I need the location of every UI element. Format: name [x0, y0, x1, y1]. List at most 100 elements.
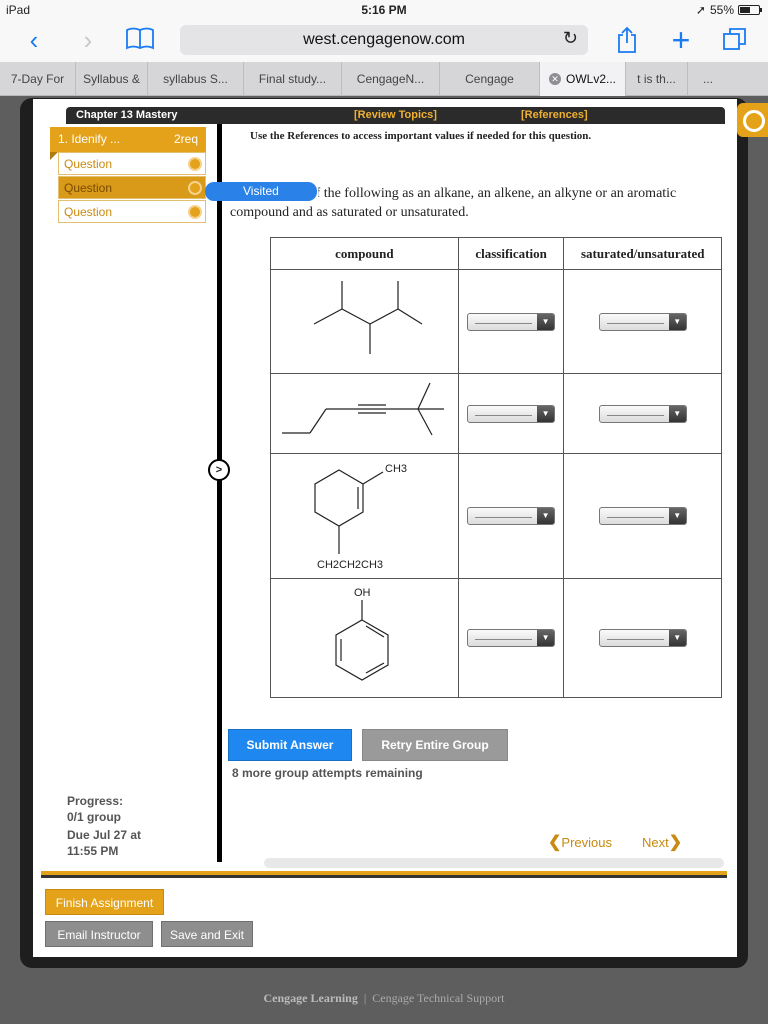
- save-and-exit-button[interactable]: Save and Exit: [161, 921, 253, 947]
- cyclohexene-structure: CH3 CH2CH2CH3: [314, 463, 407, 571]
- browser-toolbar: ‹ › west.cengagenow.com ↻ +: [0, 20, 768, 62]
- question-label: Question: [64, 181, 113, 195]
- classification-cell: ▼: [457, 453, 565, 580]
- browser-tab[interactable]: Syllabus &: [76, 62, 148, 96]
- classification-select[interactable]: ▼: [467, 507, 556, 526]
- header-classification: classification: [457, 236, 565, 271]
- references-note: Use the References to access important v…: [250, 130, 592, 142]
- share-icon[interactable]: [612, 26, 642, 54]
- question-group-req: 2req: [173, 132, 198, 146]
- close-tab-icon[interactable]: ✕: [548, 73, 561, 85]
- progress-block: Progress: 0/1 group Due Jul 27 at 11:55 …: [67, 793, 197, 859]
- table-row: ▼ ▼: [270, 269, 722, 374]
- retry-group-button[interactable]: Retry Entire Group: [362, 729, 508, 761]
- classification-select[interactable]: ▼: [467, 404, 556, 423]
- progress-label: Progress:: [67, 794, 124, 808]
- footer-accent-bar: [41, 871, 727, 878]
- chevron-right-icon: ❯: [668, 834, 683, 851]
- compound-cell: OH: [270, 578, 459, 698]
- help-icon[interactable]: [737, 103, 768, 137]
- due-line-1: Due Jul 27 at: [67, 828, 142, 842]
- web-page: Chapter 13 Mastery [Review Topics] [Refe…: [0, 96, 768, 1024]
- browser-tab[interactable]: Cengage: [440, 62, 540, 96]
- classification-table: compound classification saturated/unsatu…: [270, 236, 722, 698]
- review-topics-link[interactable]: [Review Topics]: [354, 109, 437, 121]
- saturation-cell: ▼: [563, 578, 722, 698]
- references-link[interactable]: [References]: [521, 109, 588, 121]
- question-label: Question: [64, 157, 113, 171]
- classification-select[interactable]: ▼: [467, 629, 556, 648]
- chevron-down-icon: ▼: [668, 630, 686, 647]
- chevron-down-icon: ▼: [537, 630, 555, 647]
- browser-tab[interactable]: 7-Day For: [0, 62, 76, 96]
- finish-assignment-button[interactable]: Finish Assignment: [45, 889, 164, 915]
- forward-icon[interactable]: ›: [76, 26, 100, 54]
- new-tab-icon[interactable]: +: [666, 24, 696, 56]
- reload-icon[interactable]: ↻: [563, 28, 578, 49]
- browser-tab[interactable]: syllabus S...: [148, 62, 244, 96]
- question-group-header[interactable]: 1. Idenify ... 2req: [50, 127, 206, 152]
- saturation-select[interactable]: ▼: [598, 312, 687, 331]
- browser-tab-active[interactable]: ✕ OWLv2...: [540, 62, 626, 96]
- address-bar[interactable]: west.cengagenow.com ↻: [180, 25, 588, 55]
- saturation-select[interactable]: ▼: [598, 629, 687, 648]
- active-tab-label: OWLv2...: [565, 72, 616, 86]
- question-group-title: 1. Idenify ...: [58, 132, 121, 146]
- page-footer: Cengage Learning | Cengage Technical Sup…: [0, 991, 768, 1006]
- question-item[interactable]: Question: [58, 152, 206, 175]
- header-compound: compound: [270, 236, 459, 271]
- group-fold-corner: [50, 152, 58, 160]
- email-instructor-button[interactable]: Email Instructor: [45, 921, 153, 947]
- book-svg: [126, 27, 154, 50]
- saturation-cell: ▼: [563, 372, 722, 455]
- table-row: CH3 CH2CH2CH3 ▼ ▼: [270, 453, 722, 580]
- battery-percent: 55%: [709, 3, 734, 17]
- submit-answer-button[interactable]: Submit Answer: [228, 729, 352, 761]
- status-dot-icon: [188, 181, 202, 195]
- browser-tab[interactable]: t is th...: [626, 62, 688, 96]
- chevron-down-icon: ▼: [668, 405, 686, 422]
- chevron-left-icon: ❮: [548, 834, 562, 851]
- tech-support-link[interactable]: Cengage Technical Support: [372, 991, 504, 1005]
- browser-tab[interactable]: ...: [688, 62, 728, 96]
- status-dot-icon: [188, 205, 202, 219]
- classification-cell: ▼: [457, 269, 565, 374]
- browser-tab[interactable]: CengageN...: [342, 62, 440, 96]
- attempts-remaining: 8 more group attempts remaining: [232, 766, 423, 780]
- compound-cell: [270, 372, 459, 455]
- table-row: ▼ ▼: [270, 372, 722, 455]
- tabs-svg: [723, 28, 746, 50]
- question-item-current[interactable]: Question: [58, 176, 206, 199]
- share-svg: [618, 26, 636, 53]
- next-link[interactable]: Next❯: [642, 832, 682, 852]
- progress-value: 0/1 group: [67, 810, 122, 824]
- saturation-select[interactable]: ▼: [598, 507, 687, 526]
- tabs-overview-icon[interactable]: [720, 26, 750, 54]
- classification-select[interactable]: ▼: [467, 312, 556, 331]
- chevron-down-icon: ▼: [537, 405, 555, 422]
- assignment-title: Chapter 13 Mastery: [76, 109, 178, 121]
- classification-cell: ▼: [457, 578, 565, 698]
- back-icon[interactable]: ‹: [22, 26, 46, 54]
- previous-link[interactable]: ❮Previous: [548, 832, 612, 852]
- question-label: Question: [64, 205, 113, 219]
- question-item[interactable]: Question: [58, 200, 206, 223]
- expand-panel-icon[interactable]: >: [208, 459, 230, 481]
- url-text: west.cengagenow.com: [303, 31, 465, 48]
- saturation-cell: ▼: [563, 453, 722, 580]
- browser-tab[interactable]: Final study...: [244, 62, 342, 96]
- compound-cell: [270, 269, 459, 374]
- location-icon: ➚: [695, 3, 706, 17]
- table-row: OH ▼ ▼: [270, 578, 722, 698]
- horizontal-scrollbar[interactable]: [264, 858, 724, 868]
- footer-separator: |: [363, 991, 367, 1005]
- cengage-learning-link[interactable]: Cengage Learning: [264, 991, 358, 1005]
- tab-strip: 7-Day For Syllabus & syllabus S... Final…: [0, 62, 768, 96]
- bookmarks-icon[interactable]: [124, 26, 156, 54]
- table-header-row: compound classification saturated/unsatu…: [270, 236, 722, 271]
- visited-tooltip: Visited: [205, 182, 317, 201]
- next-label: Next: [642, 835, 669, 850]
- saturation-cell: ▼: [563, 269, 722, 374]
- chevron-down-icon: ▼: [668, 313, 686, 330]
- saturation-select[interactable]: ▼: [598, 404, 687, 423]
